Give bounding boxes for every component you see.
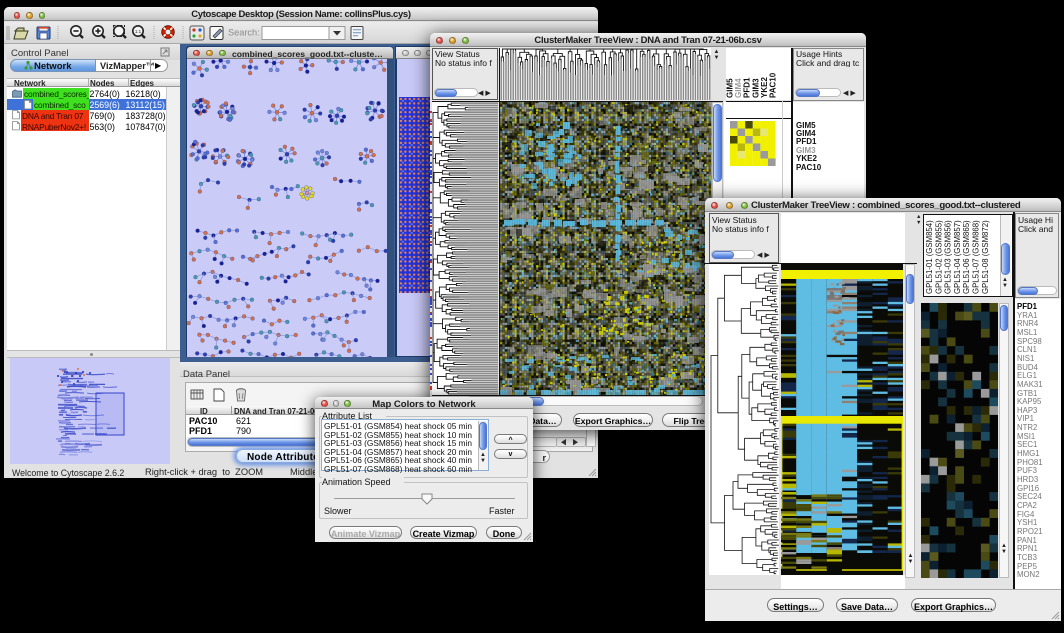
- svg-text:PAC10: PAC10: [769, 72, 778, 98]
- svg-text:1:1: 1:1: [135, 29, 142, 34]
- svg-text:Search:: Search:: [228, 28, 260, 38]
- svg-text:GPL51-08 (GSM872): GPL51-08 (GSM872): [981, 220, 990, 294]
- svg-text:GPL51-03 (GSM856): GPL51-03 (GSM856): [944, 220, 953, 294]
- svg-text:GPL51-04 (GSM857): GPL51-04 (GSM857): [953, 220, 962, 294]
- svg-text:GPL51-01 (GSM854): GPL51-01 (GSM854): [925, 220, 934, 294]
- svg-text:GPL51-02 (GSM855): GPL51-02 (GSM855): [934, 220, 943, 294]
- svg-text:GPL51-07 (GSM868): GPL51-07 (GSM868): [972, 220, 981, 294]
- svg-text:GPL51-06 (GSM865): GPL51-06 (GSM865): [962, 220, 971, 294]
